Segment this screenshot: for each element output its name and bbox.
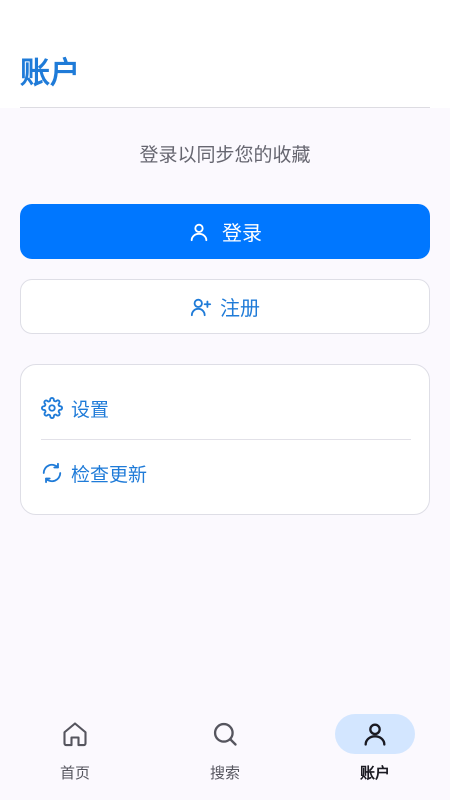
nav-search[interactable]: 搜索 xyxy=(180,714,270,790)
register-button[interactable]: 注册 xyxy=(20,279,430,334)
refresh-icon xyxy=(41,462,63,484)
nav-home[interactable]: 首页 xyxy=(30,714,120,790)
home-icon xyxy=(63,722,87,747)
nav-home-icon-wrap xyxy=(35,714,115,754)
check-update-label: 检查更新 xyxy=(71,463,148,486)
nav-search-icon-wrap xyxy=(185,714,265,754)
bottom-nav: 首页 搜索 账户 xyxy=(0,700,450,800)
nav-search-label: 搜索 xyxy=(209,764,240,782)
person-icon xyxy=(364,723,386,746)
login-prompt: 登录以同步您的收藏 xyxy=(139,144,311,166)
header-divider xyxy=(20,107,430,108)
account-screen: 账户 登录以同步您的收藏 登录 注册 设置 检查更新 首页 搜索 账户 xyxy=(0,0,450,800)
check-update-item[interactable]: 检查更新 xyxy=(41,453,411,493)
person-icon xyxy=(188,221,210,243)
login-button[interactable]: 登录 xyxy=(20,204,430,259)
search-icon xyxy=(213,722,237,746)
settings-item[interactable]: 设置 xyxy=(41,388,411,428)
settings-label: 设置 xyxy=(71,398,110,421)
nav-account-icon-wrap xyxy=(335,714,415,754)
page-title: 账户 xyxy=(20,56,80,91)
nav-home-label: 首页 xyxy=(59,764,90,782)
register-button-label: 注册 xyxy=(220,296,260,320)
menu-divider xyxy=(41,439,411,440)
menu-card: 设置 检查更新 xyxy=(20,364,430,515)
login-button-label: 登录 xyxy=(222,221,262,245)
nav-account-label: 账户 xyxy=(359,764,390,782)
header: 账户 xyxy=(0,0,450,108)
gear-icon xyxy=(41,397,63,419)
person-add-icon xyxy=(190,296,212,318)
nav-account[interactable]: 账户 xyxy=(330,714,420,790)
